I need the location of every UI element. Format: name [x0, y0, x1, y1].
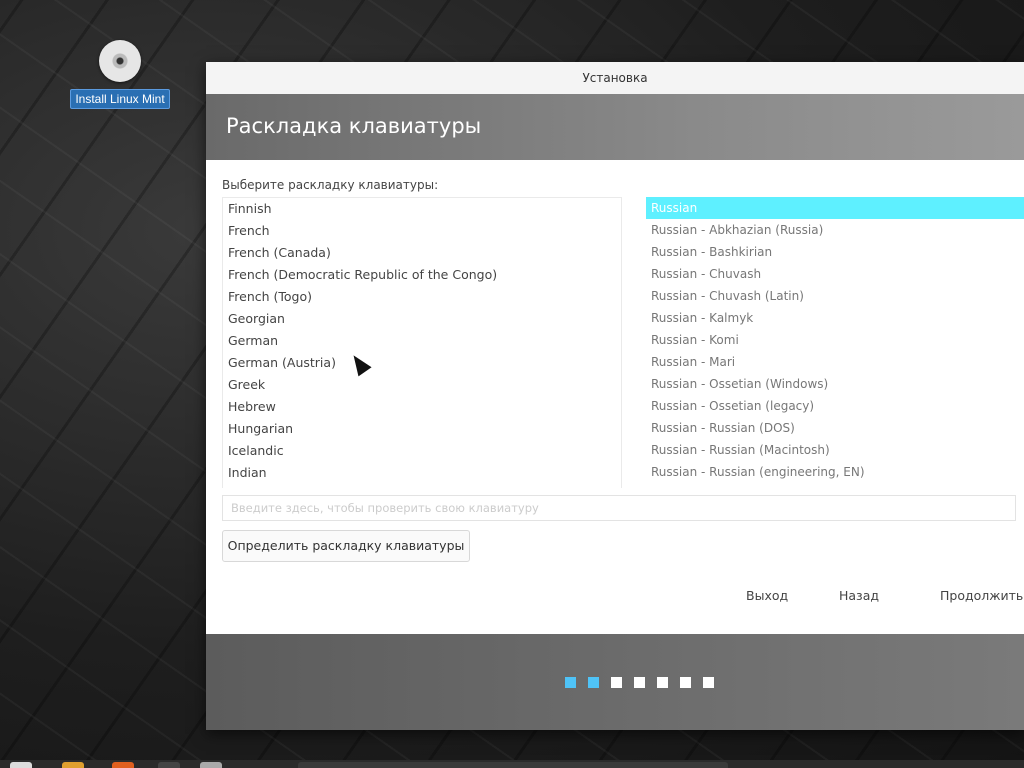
- progress-dot: [565, 677, 576, 688]
- folder-icon[interactable]: [62, 762, 84, 768]
- continue-button[interactable]: Продолжить: [940, 588, 1023, 603]
- menu-icon[interactable]: [10, 762, 32, 768]
- variant-item[interactable]: Russian - Chuvash: [646, 263, 1024, 285]
- layout-item[interactable]: French: [223, 220, 621, 242]
- layout-item[interactable]: Georgian: [223, 308, 621, 330]
- variant-item[interactable]: Russian - Kalmyk: [646, 307, 1024, 329]
- layout-item[interactable]: Icelandic: [223, 440, 621, 462]
- layout-item[interactable]: Hebrew: [223, 396, 621, 418]
- desktop-icon-install[interactable]: Install Linux Mint: [64, 40, 176, 109]
- variant-item[interactable]: Russian - Russian (Macintosh): [646, 439, 1024, 461]
- installer-taskbar-icon[interactable]: [200, 762, 222, 768]
- progress-dots: [565, 677, 714, 688]
- progress-dot: [611, 677, 622, 688]
- variant-item[interactable]: Russian - Russian (DOS): [646, 417, 1024, 439]
- window-title: Установка: [206, 62, 1024, 95]
- variant-item[interactable]: Russian - Ossetian (Windows): [646, 373, 1024, 395]
- variant-item[interactable]: Russian - Bashkirian: [646, 241, 1024, 263]
- progress-dot: [680, 677, 691, 688]
- detect-layout-button[interactable]: Определить раскладку клавиатуры: [222, 530, 470, 562]
- terminal-icon[interactable]: [158, 762, 180, 768]
- variant-list[interactable]: Russian Russian - Abkhazian (Russia) Russi…: [646, 197, 1024, 487]
- variant-item[interactable]: Russian - Russian (engineering, EN): [646, 461, 1024, 483]
- layout-item[interactable]: Hungarian: [223, 418, 621, 440]
- layout-prompt: Выберите раскладку клавиатуры:: [222, 178, 439, 192]
- installer-window: Установка Раскладка клавиатуры Выберите …: [206, 62, 1024, 730]
- variant-item[interactable]: Russian: [646, 197, 1024, 219]
- firefox-icon[interactable]: [112, 762, 134, 768]
- layout-item[interactable]: French (Togo): [223, 286, 621, 308]
- layout-item[interactable]: Indian: [223, 462, 621, 484]
- layout-list[interactable]: Finnish French French (Canada) French (Demo…: [222, 197, 622, 488]
- window-list[interactable]: [298, 762, 728, 768]
- page-title: Раскладка клавиатуры: [226, 114, 482, 138]
- layout-item[interactable]: German: [223, 330, 621, 352]
- disc-icon: [99, 40, 141, 82]
- footer-banner: [206, 634, 1024, 730]
- variant-item[interactable]: Russian - Mari: [646, 351, 1024, 373]
- variant-item[interactable]: Russian - Abkhazian (Russia): [646, 219, 1024, 241]
- header-banner: Раскладка клавиатуры: [206, 94, 1024, 160]
- layout-item[interactable]: French (Canada): [223, 242, 621, 264]
- content-area: Выберите раскладку клавиатуры: Finnish Fr…: [206, 160, 1024, 634]
- back-button[interactable]: Назад: [839, 588, 879, 603]
- layout-item[interactable]: Finnish: [223, 198, 621, 220]
- layout-item[interactable]: Greek: [223, 374, 621, 396]
- taskbar: [0, 760, 1024, 768]
- keyboard-test-input[interactable]: Введите здесь, чтобы проверить свою клав…: [222, 495, 1016, 521]
- layout-item[interactable]: German (Austria): [223, 352, 621, 374]
- progress-dot: [657, 677, 668, 688]
- progress-dot: [703, 677, 714, 688]
- variant-item[interactable]: Russian - Komi: [646, 329, 1024, 351]
- variant-item[interactable]: Russian - Chuvash (Latin): [646, 285, 1024, 307]
- quit-button[interactable]: Выход: [746, 588, 788, 603]
- progress-dot: [634, 677, 645, 688]
- desktop-icon-label: Install Linux Mint: [70, 89, 170, 109]
- variant-item[interactable]: Russian - Ossetian (legacy): [646, 395, 1024, 417]
- progress-dot: [588, 677, 599, 688]
- layout-item[interactable]: French (Democratic Republic of the Congo…: [223, 264, 621, 286]
